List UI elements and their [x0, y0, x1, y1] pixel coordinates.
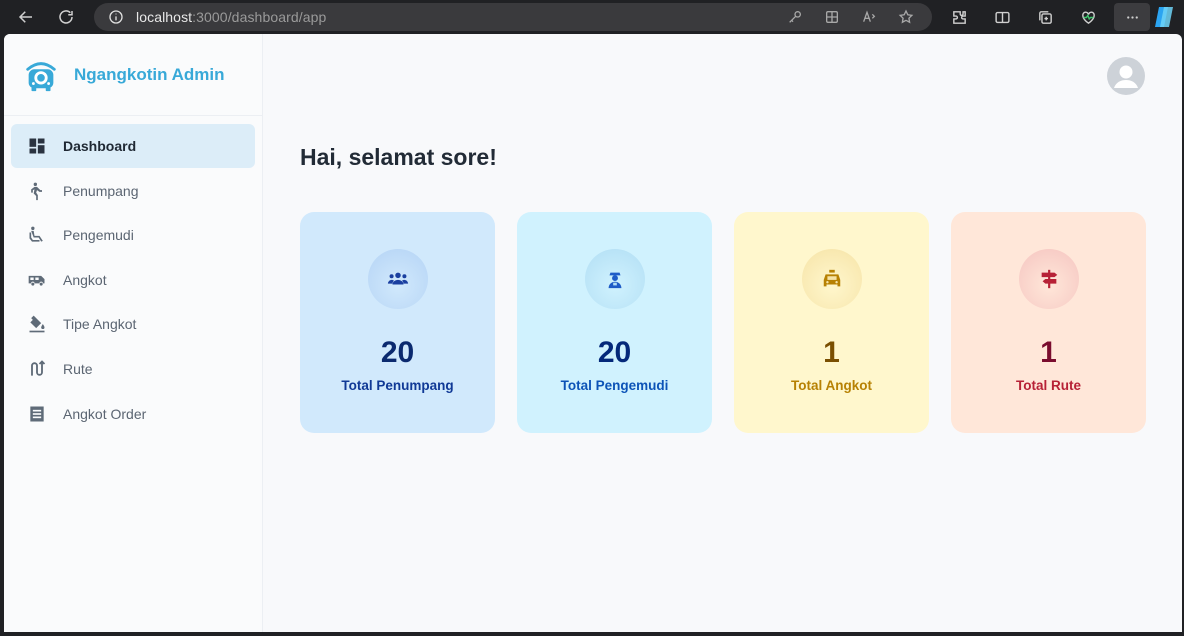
stat-card-penumpang: 20 Total Penumpang	[300, 212, 495, 433]
logo-icon	[26, 61, 56, 91]
page-title: Hai, selamat sore!	[300, 144, 497, 170]
browser-toolbar: localhost:3000/dashboard/app	[0, 0, 1184, 34]
driver-icon	[608, 272, 622, 289]
site-info-icon[interactable]	[108, 9, 124, 25]
route-icon	[26, 358, 48, 380]
taxi-icon	[823, 269, 841, 287]
stat-value: 1	[823, 336, 840, 369]
app-window: Ngangkotin Admin Dashboard Penumpang Pen…	[4, 34, 1182, 632]
sidebar-item-rute[interactable]: Rute	[11, 347, 255, 391]
walking-person-icon	[26, 180, 48, 202]
sidebar-item-angkot[interactable]: Angkot	[11, 258, 255, 302]
copilot-icon[interactable]	[1152, 6, 1176, 28]
sidebar-item-label: Pengemudi	[63, 227, 134, 244]
signpost-icon	[1041, 269, 1058, 289]
extensions-icon[interactable]	[942, 3, 976, 31]
avatar[interactable]	[1107, 57, 1145, 95]
sidebar-item-label: Rute	[63, 360, 93, 377]
seated-driver-icon	[26, 224, 48, 246]
stat-label: Total Penumpang	[341, 378, 454, 393]
sidebar-item-tipe-angkot[interactable]: Tipe Angkot	[11, 302, 255, 346]
card-icon-circle	[802, 249, 862, 309]
sidebar-item-label: Angkot	[63, 271, 107, 288]
key-icon[interactable]	[776, 3, 813, 31]
user-icon	[1114, 65, 1138, 88]
stat-card-rute: 1 Total Rute	[951, 212, 1146, 433]
dashboard-icon	[26, 135, 48, 157]
stat-card-pengemudi: 20 Total Pengemudi	[517, 212, 712, 433]
stat-cards: 20 Total Penumpang 20 Total Pengemudi 1 …	[300, 212, 1146, 433]
url-host: localhost	[136, 9, 193, 25]
sidebar-item-pengemudi[interactable]: Pengemudi	[11, 213, 255, 257]
card-icon-circle	[368, 249, 428, 309]
stat-card-angkot: 1 Total Angkot	[734, 212, 929, 433]
sidebar-item-angkot-order[interactable]: Angkot Order	[11, 392, 255, 436]
reload-icon[interactable]	[54, 5, 78, 29]
brand[interactable]: Ngangkotin Admin	[4, 34, 263, 116]
receipt-icon	[26, 403, 48, 425]
stat-label: Total Pengemudi	[560, 378, 669, 393]
paint-bucket-icon	[26, 313, 48, 335]
sidebar-item-penumpang[interactable]: Penumpang	[11, 169, 255, 213]
stat-value: 20	[380, 336, 415, 369]
sidebar: Ngangkotin Admin Dashboard Penumpang Pen…	[4, 34, 263, 632]
sidebar-item-label: Angkot Order	[63, 405, 147, 422]
split-screen-icon[interactable]	[985, 3, 1019, 31]
sidebar-menu: Dashboard Penumpang Pengemudi Angkot Tip…	[11, 124, 255, 436]
favorite-star-icon[interactable]	[887, 3, 924, 31]
sidebar-item-label: Penumpang	[63, 182, 139, 199]
app-install-icon[interactable]	[813, 3, 850, 31]
url-text: localhost:3000/dashboard/app	[136, 9, 326, 25]
group-icon	[387, 272, 409, 285]
stat-value: 20	[597, 336, 632, 369]
address-bar[interactable]: localhost:3000/dashboard/app	[94, 3, 932, 31]
stat-label: Total Rute	[1016, 378, 1081, 393]
main-content: Hai, selamat sore! 20 Total Penumpang 20…	[264, 34, 1182, 632]
stat-value: 1	[1040, 336, 1057, 369]
card-icon-circle	[585, 249, 645, 309]
browser-health-icon[interactable]	[1071, 3, 1105, 31]
card-icon-circle	[1019, 249, 1079, 309]
collections-icon[interactable]	[1028, 3, 1062, 31]
sidebar-item-dashboard[interactable]: Dashboard	[11, 124, 255, 168]
url-path: :3000/dashboard/app	[192, 9, 327, 25]
back-icon[interactable]	[14, 5, 38, 29]
more-options-icon[interactable]	[1114, 3, 1150, 31]
sidebar-item-label: Tipe Angkot	[63, 316, 137, 333]
brand-name: Ngangkotin Admin	[74, 64, 225, 84]
van-icon	[26, 269, 48, 291]
sidebar-item-label: Dashboard	[63, 138, 137, 154]
read-aloud-icon[interactable]	[850, 3, 887, 31]
stat-label: Total Angkot	[791, 378, 872, 393]
